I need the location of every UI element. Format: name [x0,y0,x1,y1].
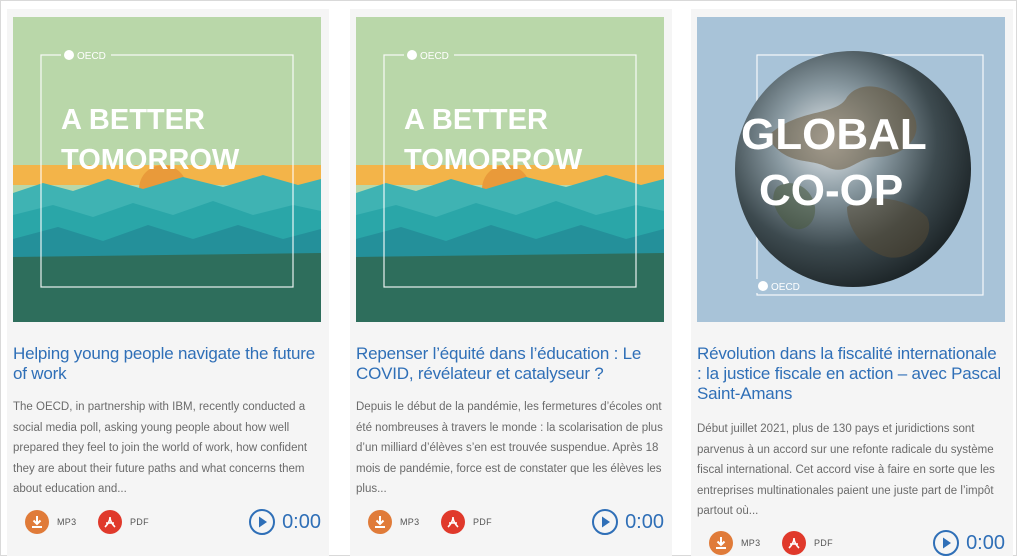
podcast-title-link[interactable]: Helping young people navigate the future… [13,344,321,384]
oecd-brand-text: OECD [420,51,449,62]
cover-line-1: GLOBAL [741,110,927,159]
pdf-download-button[interactable]: PDF [782,531,833,555]
oecd-logo: OECD [755,279,807,293]
better-tomorrow-cover: OECD A BETTER TOMORROW [13,17,321,322]
playback-time: 0:00 [625,510,664,533]
cover-line-2: CO-OP [759,166,903,215]
mp3-label: MP3 [400,517,420,527]
play-icon[interactable] [591,508,619,536]
podcast-actions: MP3 PDF 0:00 [13,508,321,536]
podcast-description: Début juillet 2021, plus de 130 pays et … [697,423,995,517]
download-icon [709,531,733,555]
mp3-download-button[interactable]: MP3 [25,510,76,534]
podcast-card: OECD A BETTER TOMORROW Helping young peo… [7,9,329,556]
podcast-actions: MP3 PDF 0:00 [356,508,664,536]
podcast-grid: OECD A BETTER TOMORROW Helping young peo… [0,0,1017,556]
podcast-description: Depuis le début de la pandémie, les ferm… [356,401,663,495]
global-coop-cover: OECD GLOBAL CO-OP [697,17,1005,322]
oecd-logo: OECD [61,48,111,62]
pdf-download-button[interactable]: PDF [98,510,149,534]
mp3-label: MP3 [57,517,77,527]
cover-line-2: TOMORROW [61,144,240,176]
podcast-cover-art[interactable]: OECD GLOBAL CO-OP [697,17,1005,322]
cover-line-1: A BETTER [404,104,548,136]
audio-player[interactable]: 0:00 [932,529,1005,556]
oecd-brand-text: OECD [77,51,106,62]
mp3-label: MP3 [741,538,761,548]
oecd-logo: OECD [404,48,454,62]
pdf-icon [782,531,806,555]
podcast-actions: MP3 PDF 0:00 [697,529,1005,556]
pdf-label: PDF [473,517,492,527]
podcast-description: The OECD, in partnership with IBM, recen… [13,401,308,495]
play-icon[interactable] [248,508,276,536]
podcast-title-link[interactable]: Révolution dans la fiscalité internation… [697,344,1005,404]
podcast-card: OECD GLOBAL CO-OP Révolution dans la fis… [691,9,1013,556]
pdf-label: PDF [814,538,833,548]
podcast-cover-art[interactable]: OECD A BETTER TOMORROW [356,17,664,322]
pdf-icon [98,510,122,534]
playback-time: 0:00 [282,510,321,533]
pdf-label: PDF [130,517,149,527]
play-icon[interactable] [932,529,960,556]
download-icon [25,510,49,534]
mp3-download-button[interactable]: MP3 [368,510,419,534]
oecd-brand-text: OECD [771,282,800,293]
mp3-download-button[interactable]: MP3 [709,531,760,555]
cover-line-1: A BETTER [61,104,205,136]
audio-player[interactable]: 0:00 [591,508,664,536]
playback-time: 0:00 [966,531,1005,554]
download-icon [368,510,392,534]
audio-player[interactable]: 0:00 [248,508,321,536]
better-tomorrow-cover: OECD A BETTER TOMORROW [356,17,664,322]
pdf-icon [441,510,465,534]
podcast-title-link[interactable]: Repenser l’équité dans l’éducation : Le … [356,344,664,384]
cover-line-2: TOMORROW [404,144,583,176]
pdf-download-button[interactable]: PDF [441,510,492,534]
podcast-card: OECD A BETTER TOMORROW Repenser l’équité… [350,9,672,556]
podcast-cover-art[interactable]: OECD A BETTER TOMORROW [13,17,321,322]
